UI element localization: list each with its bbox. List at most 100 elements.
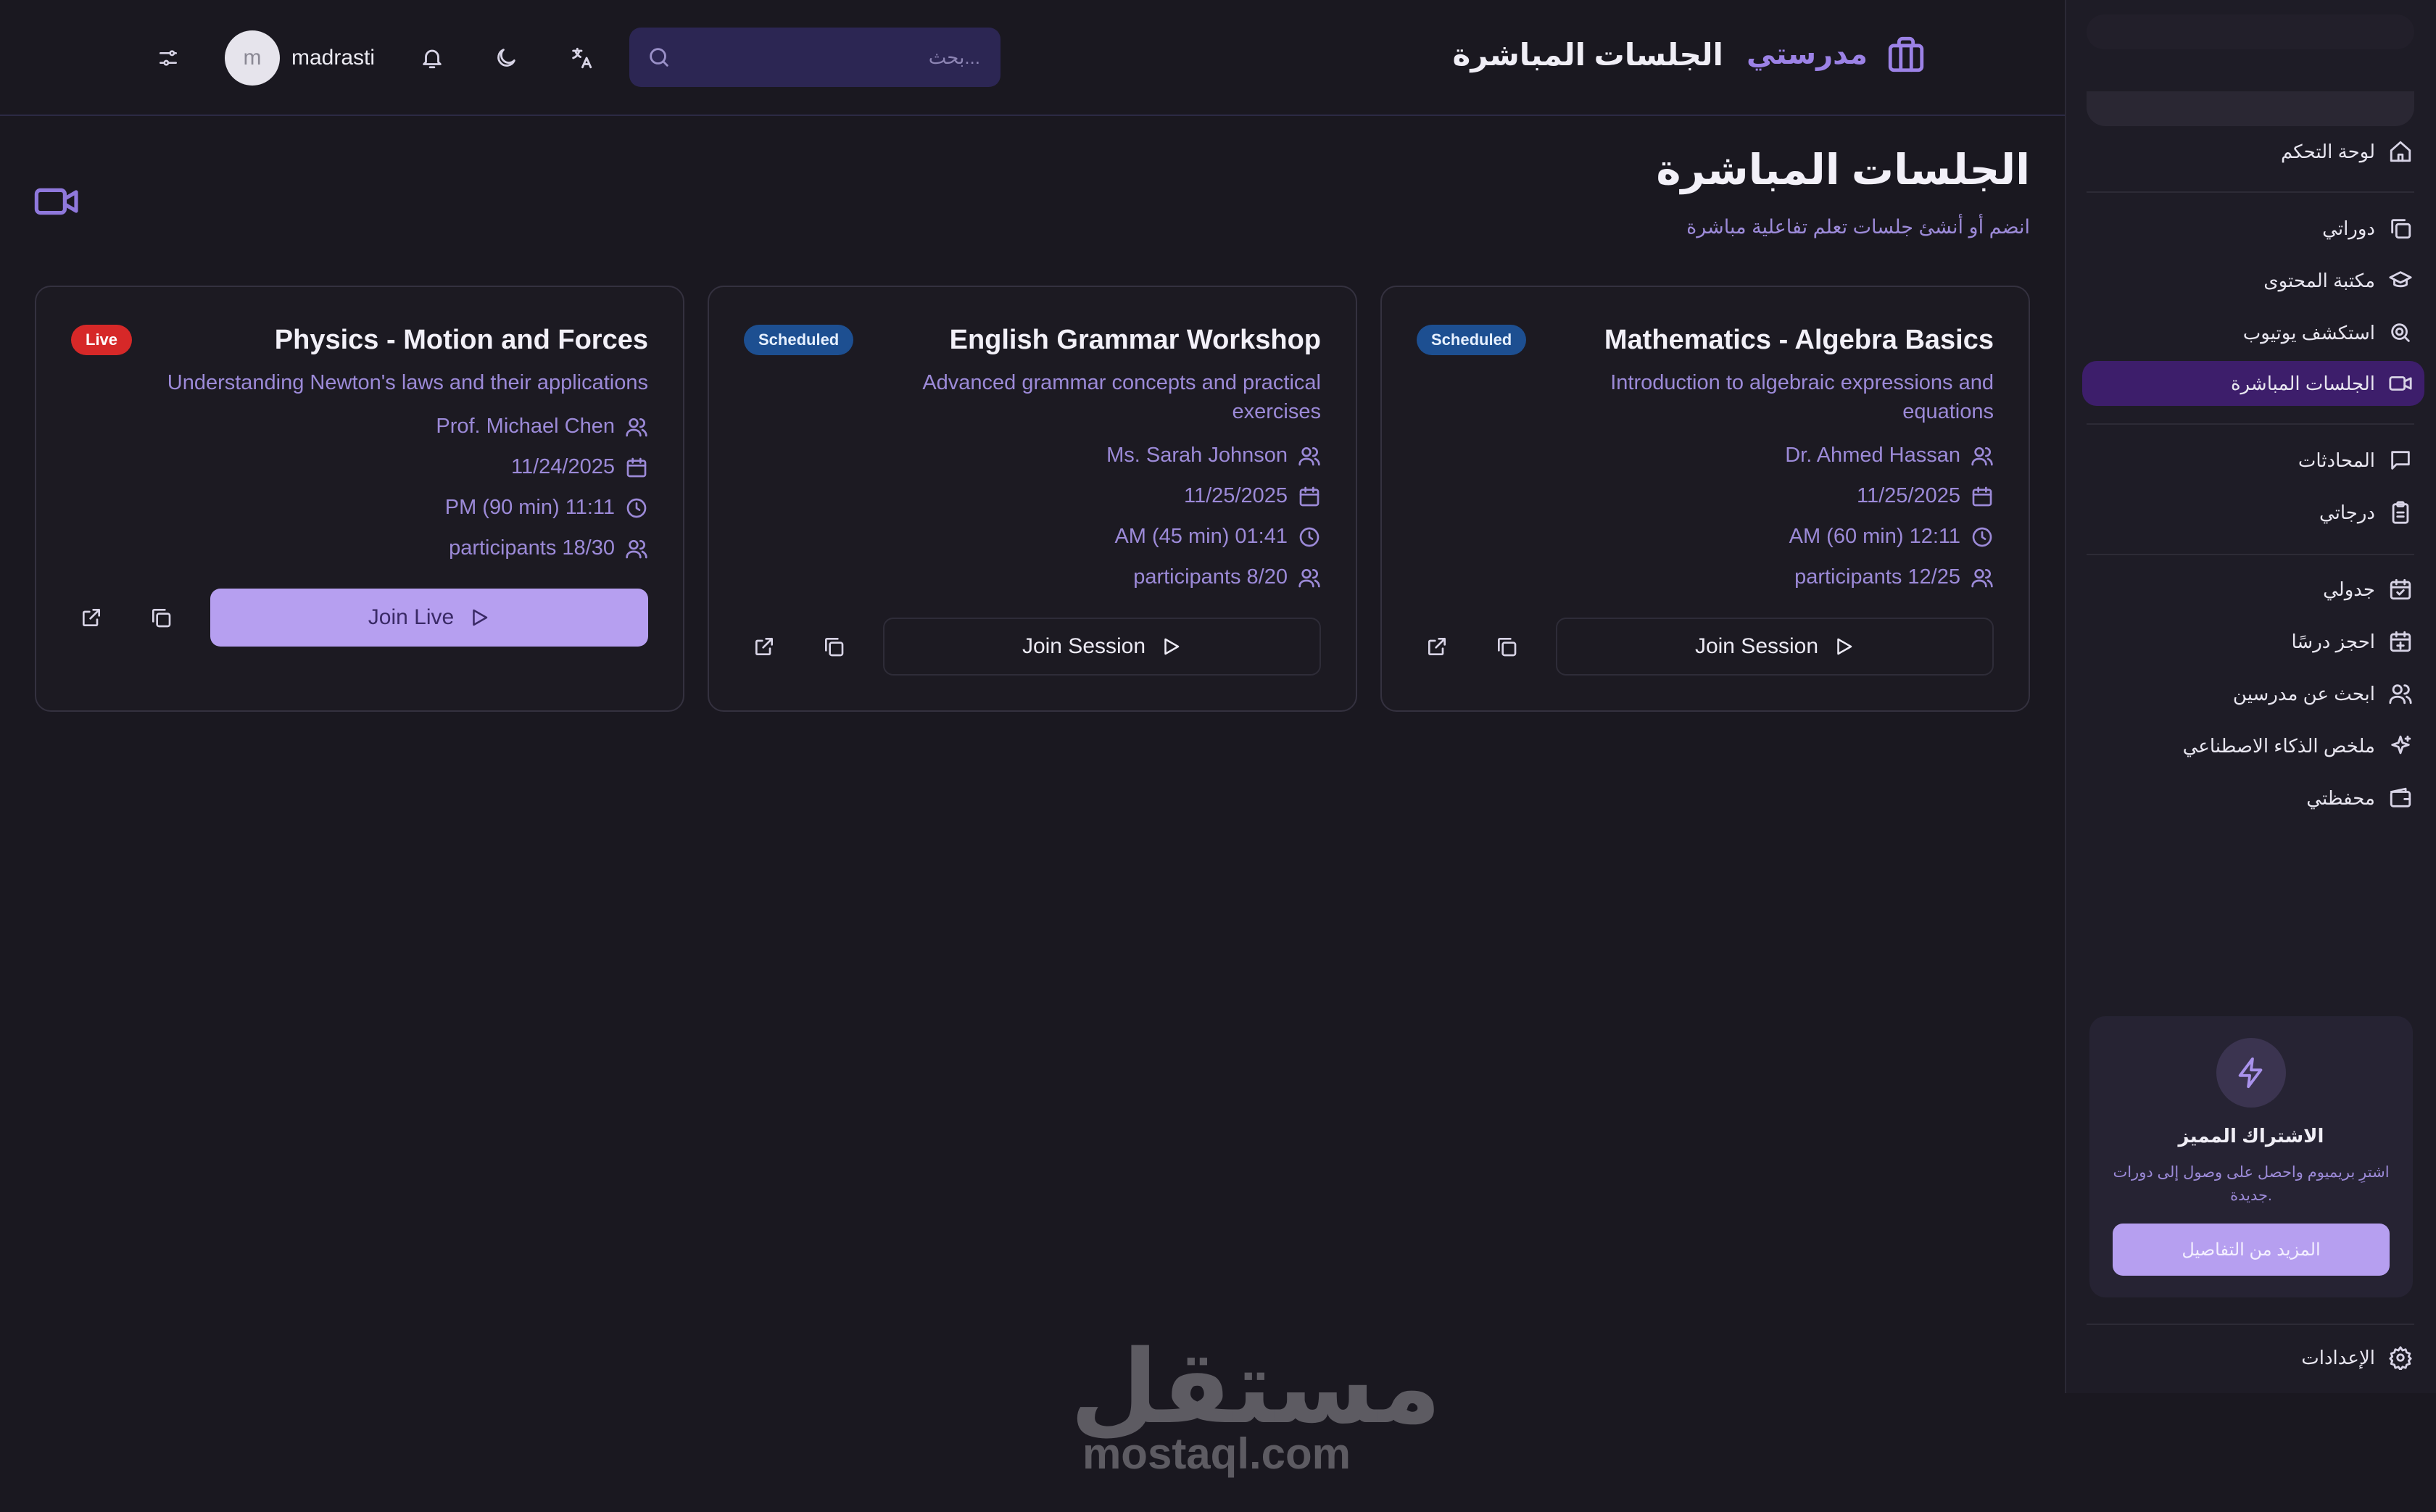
user-menu[interactable]: m madrasti <box>225 30 375 86</box>
open-external-button[interactable] <box>68 594 115 641</box>
theme-toggle-button[interactable] <box>487 39 525 77</box>
session-time: AM (45 min) 01:41 <box>1114 525 1288 548</box>
copy-link-button[interactable] <box>138 594 184 641</box>
sidebar-collapse-handle[interactable] <box>2087 91 2414 126</box>
sidebar-item-book-lesson[interactable]: احجز درسًا <box>2085 619 2413 664</box>
participants-row: participants 12/25 <box>1794 565 1994 589</box>
search-bar[interactable] <box>629 28 1000 87</box>
date-row: 11/25/2025 <box>1857 484 1994 508</box>
divider <box>2087 191 2414 193</box>
participants-row: participants 8/20 <box>1133 565 1321 589</box>
sidebar-item-find-teachers[interactable]: ابحث عن مدرسين <box>2085 671 2413 716</box>
join-button-label: Join Live <box>368 605 455 629</box>
gear-icon <box>2388 1345 2413 1370</box>
copy-icon <box>1498 638 1517 657</box>
wallet-icon <box>2388 786 2413 810</box>
sidebar-item-ai-summary[interactable]: ملخص الذكاء الاصطناعي <box>2085 723 2413 768</box>
users-icon <box>625 415 648 439</box>
sidebar-item-explore-youtube[interactable]: استكشف يوتيوب <box>2085 310 2413 355</box>
brand-name: مدرستي <box>1746 38 1868 70</box>
users-icon <box>1298 566 1321 589</box>
sidebar-item-my-courses[interactable]: دوراتي <box>2085 206 2413 251</box>
header-page-title: الجلسات المباشرة <box>1452 37 1723 72</box>
session-date: 11/25/2025 <box>1857 484 1960 507</box>
sidebar-item-wallet[interactable]: محفظتي <box>2085 776 2413 821</box>
message-icon <box>2388 448 2413 473</box>
session-card: Scheduled English Grammar Workshop Advan… <box>708 286 1357 712</box>
promo-title: الاشتراك المميز <box>2178 1125 2324 1147</box>
page-subtitle: انضم أو أنشئ جلسات تعلم تفاعلية مباشرة <box>1686 216 2030 238</box>
copy-icon <box>2388 216 2413 241</box>
users-icon <box>1971 566 1994 589</box>
sidebar-item-label: استكشف يوتيوب <box>2242 321 2375 344</box>
copy-link-button[interactable] <box>811 623 857 670</box>
divider <box>2087 1324 2414 1325</box>
page-title: الجلسات المباشرة <box>1656 146 2030 194</box>
users-icon <box>1298 444 1321 468</box>
sidebar-top-pill <box>2087 14 2414 49</box>
video-icon <box>33 183 81 220</box>
status-badge: Live <box>71 325 133 355</box>
date-row: 11/25/2025 <box>1184 484 1321 508</box>
open-external-button[interactable] <box>1414 623 1460 670</box>
clock-icon <box>625 497 648 520</box>
status-badge: Scheduled <box>1417 325 1527 355</box>
join-live-button[interactable]: Join Live <box>210 589 648 647</box>
session-description: Introduction to algebraic expressions an… <box>1610 371 1994 423</box>
session-date: 11/24/2025 <box>511 455 615 478</box>
sidebar-item-label: ملخص الذكاء الاصطناعي <box>2182 734 2375 757</box>
sidebar-item-label: درجاتي <box>2319 501 2375 523</box>
premium-promo-card: الاشتراك المميز اشترِ بريميوم واحصل على … <box>2089 1016 2413 1297</box>
calendar-icon <box>1298 485 1321 508</box>
open-external-button[interactable] <box>741 623 787 670</box>
sidebar-item-label: الجلسات المباشرة <box>2230 372 2375 394</box>
copy-link-button[interactable] <box>1483 623 1530 670</box>
promo-description: اشترِ بريميوم واحصل على وصول إلى دورات ج… <box>2113 1164 2390 1204</box>
time-row: PM (90 min) 11:11 <box>445 496 648 520</box>
graduation-cap-icon <box>2388 268 2413 293</box>
join-session-button[interactable]: Join Session <box>1556 618 1994 676</box>
translate-button[interactable] <box>563 39 600 77</box>
sidebar-item-live-sessions[interactable]: الجلسات المباشرة <box>2082 361 2424 406</box>
sidebar-item-label: محفظتي <box>2306 786 2375 809</box>
session-description: Advanced grammar concepts and practical … <box>922 371 1321 423</box>
sidebar-item-label: مكتبة المحتوى <box>2263 269 2375 291</box>
sidebar-item-my-grades[interactable]: درجاتي <box>2085 490 2413 535</box>
brand[interactable]: مدرستي الجلسات المباشرة <box>1453 33 1927 75</box>
session-teacher: Ms. Sarah Johnson <box>1106 444 1288 467</box>
notifications-button[interactable] <box>413 39 451 77</box>
play-icon <box>1833 636 1855 657</box>
copy-icon <box>152 609 171 628</box>
sidebar-item-label: احجز درسًا <box>2291 630 2376 652</box>
session-date: 11/25/2025 <box>1184 484 1288 507</box>
watermark-arabic: مستقل <box>1070 1329 1444 1447</box>
session-card: Scheduled Mathematics - Algebra Basics I… <box>1380 286 2030 712</box>
sidebar-item-label: جدولي <box>2323 578 2375 600</box>
sidebar-item-content-library[interactable]: مكتبة المحتوى <box>2085 258 2413 303</box>
sparkles-icon <box>2388 734 2413 758</box>
session-time: AM (60 min) 12:11 <box>1789 525 1960 548</box>
session-title: Mathematics - Algebra Basics <box>1604 325 1994 355</box>
session-title: Physics - Motion and Forces <box>274 325 648 355</box>
sidebar: لوحة التحكم دوراتي مكتبة المحتوى استكشف … <box>2065 0 2436 1393</box>
search-input[interactable] <box>671 46 983 69</box>
session-time: PM (90 min) 11:11 <box>444 496 615 519</box>
time-row: AM (60 min) 12:11 <box>1789 525 1994 549</box>
sidebar-item-dashboard[interactable]: لوحة التحكم <box>2085 129 2413 174</box>
session-teacher: Dr. Ahmed Hassan <box>1785 444 1960 467</box>
session-participants: participants 18/30 <box>449 536 615 560</box>
sidebar-item-my-schedule[interactable]: جدولي <box>2085 567 2413 612</box>
sidebar-item-label: ابحث عن مدرسين <box>2232 682 2375 705</box>
calendar-icon <box>625 456 648 479</box>
external-link-icon <box>1428 638 1446 655</box>
join-session-button[interactable]: Join Session <box>883 618 1321 676</box>
moon-icon <box>497 49 515 67</box>
filters-button[interactable] <box>149 39 187 77</box>
promo-details-button[interactable]: المزيد من التفاصيل <box>2113 1224 2390 1276</box>
copy-icon <box>825 638 844 657</box>
date-row: 11/24/2025 <box>511 455 648 479</box>
sidebar-item-conversations[interactable]: المحادثات <box>2085 438 2413 483</box>
sidebar-item-settings[interactable]: الإعدادات <box>2085 1335 2413 1380</box>
divider <box>2087 423 2414 425</box>
briefcase-logo-icon <box>1885 33 1927 75</box>
